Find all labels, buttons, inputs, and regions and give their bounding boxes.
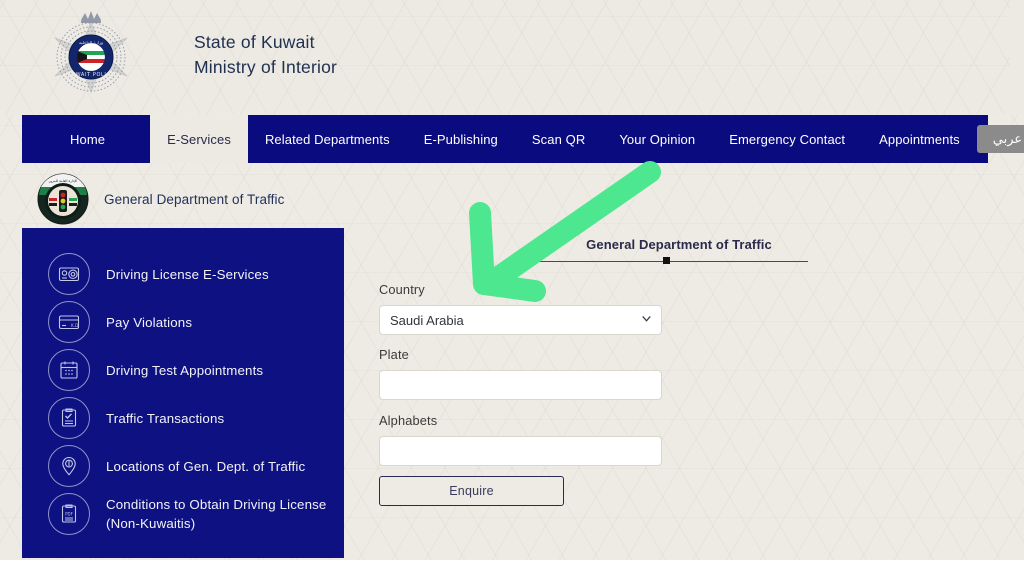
sidebar-item-pay-violations[interactable]: K.D Pay Violations [22,298,344,346]
nav-item-appointments[interactable]: Appointments [862,115,977,163]
submit-wrapper: Enquire [379,476,564,506]
main-navigation: Home E-Services Related Departments E-Pu… [22,115,1024,163]
nav-item-emergency-contact[interactable]: Emergency Contact [712,115,862,163]
pdf-document-icon: PDF [48,493,90,535]
plate-input-wrapper [379,370,662,400]
sidebar-item-driving-license-e-services[interactable]: Driving License E-Services [22,250,344,298]
sidebar-item-traffic-transactions[interactable]: Traffic Transactions [22,394,344,442]
language-toggle-button[interactable]: عربي [976,125,1024,153]
license-card-icon [48,253,90,295]
payment-card-kd-icon: K.D [48,301,90,343]
country-label: Country [379,282,425,297]
alphabets-input-wrapper [379,436,662,466]
plate-input[interactable] [379,370,662,400]
organization-title: State of Kuwait Ministry of Interior [194,30,337,80]
country-select[interactable]: Saudi Arabia [379,305,662,335]
org-title-line2: Ministry of Interior [194,57,338,77]
org-title-line1: State of Kuwait [194,32,315,52]
nav-item-e-publishing[interactable]: E-Publishing [407,115,515,163]
svg-text:K.D: K.D [71,323,78,328]
general-department-of-traffic-logo: الإدارة العامة للمرور [37,173,89,225]
svg-text:PDF: PDF [65,512,73,517]
breadcrumb: الإدارة العامة للمرور General Department… [22,170,344,228]
services-sidebar: Driving License E-Services K.D Pay Viola… [22,228,344,558]
page-root: وزارة الداخلية KUWAIT POLICE State of Ku… [0,0,1024,566]
country-select-wrapper: Saudi Arabia [379,305,662,335]
sidebar-item-driving-test-appointments[interactable]: Driving Test Appointments [22,346,344,394]
sidebar-item-label: Driving License E-Services [106,266,269,282]
kuwait-police-emblem: وزارة الداخلية KUWAIT POLICE [54,11,128,94]
alphabets-label: Alphabets [379,413,438,428]
site-header: وزارة الداخلية KUWAIT POLICE State of Ku… [0,0,1024,114]
divider-marker [663,257,670,264]
sidebar-item-label: Conditions to Obtain Driving License (No… [106,497,327,531]
sidebar-item-label: Pay Violations [106,314,193,330]
sidebar-item-label: Traffic Transactions [106,410,225,426]
svg-text:KUWAIT POLICE: KUWAIT POLICE [68,72,115,78]
section-title: General Department of Traffic [586,237,772,252]
sidebar-item-conditions-to-obtain-driving-license[interactable]: PDF Conditions to Obtain Driving License… [22,490,344,538]
map-pin-icon [48,445,90,487]
nav-item-home[interactable]: Home [22,115,150,163]
sidebar-item-label: Driving Test Appointments [106,362,264,378]
header-pattern [0,0,1010,114]
svg-text:وزارة الداخلية: وزارة الداخلية [79,40,103,45]
country-field-group: Country [379,282,425,297]
sidebar-item-locations-of-gen-dept-of-traffic[interactable]: Locations of Gen. Dept. of Traffic [22,442,344,490]
sidebar-item-label: Locations of Gen. Dept. of Traffic [106,458,306,474]
plate-label: Plate [379,347,409,362]
alphabets-input[interactable] [379,436,662,466]
nav-item-your-opinion[interactable]: Your Opinion [602,115,712,163]
header-inner: وزارة الداخلية KUWAIT POLICE State of Ku… [0,0,1010,114]
clipboard-check-icon [48,397,90,439]
nav-item-related-departments[interactable]: Related Departments [248,115,407,163]
breadcrumb-label: General Department of Traffic [104,191,285,207]
enquire-button[interactable]: Enquire [379,476,564,506]
bottom-edge [0,560,1024,566]
alphabets-field-group: Alphabets [379,413,437,428]
nav-item-e-services[interactable]: E-Services [150,115,248,163]
main-content: General Department of Traffic Country Sa… [360,228,880,558]
calendar-icon [48,349,90,391]
nav-item-scan-qr[interactable]: Scan QR [515,115,602,163]
plate-field-group: Plate [379,347,409,362]
